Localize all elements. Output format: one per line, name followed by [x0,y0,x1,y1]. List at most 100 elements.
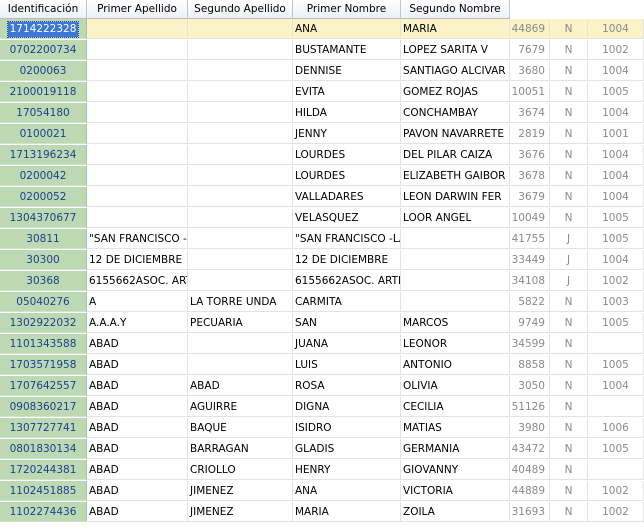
cell-segundo-nombre[interactable]: CECILIA [401,397,510,417]
cell-codigo[interactable]: 1005 [588,229,644,249]
cell-segundo-apellido[interactable]: PECUARIA [188,313,293,333]
cell-numero[interactable]: 5822 [510,292,550,312]
cell-primer-apellido[interactable]: ABAD [87,334,188,354]
cell-primer-nombre[interactable]: GLADIS [293,439,401,459]
cell-codigo[interactable]: 1004 [588,103,644,123]
cell-segundo-nombre[interactable]: ANTONIO [401,355,510,375]
cell-segundo-apellido[interactable] [188,271,293,291]
cell-numero[interactable]: 41755 [510,229,550,249]
cell-tipo[interactable]: N [550,166,588,186]
cell-codigo[interactable]: 1004 [588,376,644,396]
cell-segundo-nombre[interactable]: LOPEZ SARITA V [401,40,510,60]
cell-primer-nombre[interactable]: CARMITA [293,292,401,312]
cell-segundo-apellido[interactable]: AGUIRRE [188,397,293,417]
cell-primer-nombre[interactable]: VELASQUEZ [293,208,401,228]
cell-segundo-nombre[interactable]: ELIZABETH GAIBOR N [401,166,510,186]
cell-tipo[interactable]: N [550,355,588,375]
cell-tipo[interactable]: J [550,250,588,270]
cell-segundo-apellido[interactable] [188,187,293,207]
cell-segundo-nombre[interactable]: OLIVIA [401,376,510,396]
cell-primer-nombre[interactable]: MARIA [293,502,401,522]
cell-primer-apellido[interactable]: ABAD [87,376,188,396]
cell-segundo-apellido[interactable] [188,166,293,186]
cell-identificacion[interactable]: 1102274436 [0,502,87,522]
cell-tipo[interactable]: N [550,460,588,480]
cell-primer-apellido[interactable] [87,19,188,39]
cell-codigo[interactable]: 1004 [588,19,644,39]
table-row[interactable]: 1714222328 ANA MARIA 44869 N 1004 [0,19,644,40]
cell-primer-nombre[interactable]: LOURDES [293,166,401,186]
cell-primer-apellido[interactable]: A [87,292,188,312]
cell-identificacion[interactable]: 30300 [0,250,87,270]
cell-segundo-apellido[interactable] [188,334,293,354]
cell-segundo-apellido[interactable]: JIMENEZ [188,481,293,501]
cell-tipo[interactable]: N [550,61,588,81]
cell-numero[interactable]: 40489 [510,460,550,480]
table-row[interactable]: 0702200734 BUSTAMANTE LOPEZ SARITA V 7679 N 1… [0,40,644,61]
cell-identificacion[interactable]: 1101343588 [0,334,87,354]
cell-tipo[interactable]: N [550,208,588,228]
cell-primer-nombre[interactable]: VALLADARES [293,187,401,207]
cell-segundo-nombre[interactable]: ZOILA [401,502,510,522]
table-row[interactable]: 05040276 A LA TORRE UNDA CARMITA 5822 N 1003 [0,292,644,313]
cell-primer-apellido[interactable] [87,145,188,165]
cell-segundo-nombre[interactable]: MARCOS [401,313,510,333]
cell-segundo-apellido[interactable] [188,229,293,249]
cell-identificacion[interactable]: 1307727741 [0,418,87,438]
cell-primer-apellido[interactable]: ABAD [87,355,188,375]
cell-segundo-nombre[interactable] [401,271,510,291]
cell-tipo[interactable]: N [550,397,588,417]
cell-codigo[interactable]: 1002 [588,502,644,522]
table-row[interactable]: 1703571958 ABAD LUIS ANTONIO 8858 N 1005 [0,355,644,376]
cell-tipo[interactable]: N [550,292,588,312]
cell-primer-nombre[interactable]: SAN [293,313,401,333]
table-row[interactable]: 30811 "SAN FRANCISCO -L "SAN FRANCISCO -LA… [0,229,644,250]
table-row[interactable]: 1102274436 ABAD JIMENEZ MARIA ZOILA 31693 N 100… [0,502,644,523]
cell-primer-nombre[interactable]: "SAN FRANCISCO -LA [293,229,401,249]
cell-numero[interactable]: 10051 [510,82,550,102]
table-row[interactable]: 1707642557 ABAD ABAD ROSA OLIVIA 3050 N 1004 [0,376,644,397]
cell-segundo-nombre[interactable]: VICTORIA [401,481,510,501]
table-row[interactable]: 0200063 DENNISE SANTIAGO ALCIVAR C 3680 N 100… [0,61,644,82]
cell-codigo[interactable]: 1004 [588,187,644,207]
cell-primer-nombre[interactable]: BUSTAMANTE [293,40,401,60]
cell-primer-apellido[interactable]: ABAD [87,397,188,417]
cell-primer-nombre[interactable]: ISIDRO [293,418,401,438]
table-row[interactable]: 1307727741 ABAD BAQUE ISIDRO MATIAS 3980 N 1006 [0,418,644,439]
cell-identificacion[interactable]: 0801830134 [0,439,87,459]
cell-segundo-nombre[interactable] [401,250,510,270]
cell-tipo[interactable]: N [550,103,588,123]
cell-segundo-apellido[interactable]: ABAD [188,376,293,396]
cell-numero[interactable]: 10049 [510,208,550,228]
cell-primer-apellido[interactable]: ABAD [87,418,188,438]
cell-segundo-apellido[interactable] [188,355,293,375]
header-primer-apellido[interactable]: Primer Apellido [87,0,188,19]
cell-segundo-nombre[interactable]: LEON DARWIN FER [401,187,510,207]
cell-primer-apellido[interactable] [87,61,188,81]
table-row[interactable]: 2100019118 EVITA GOMEZ ROJAS 10051 N 1005 [0,82,644,103]
cell-identificacion[interactable]: 1713196234 [0,145,87,165]
cell-primer-apellido[interactable]: ABAD [87,481,188,501]
cell-numero[interactable]: 44869 [510,19,550,39]
cell-segundo-apellido[interactable] [188,19,293,39]
cell-numero[interactable]: 8858 [510,355,550,375]
cell-primer-nombre[interactable]: JUANA [293,334,401,354]
cell-tipo[interactable]: N [550,124,588,144]
cell-segundo-nombre[interactable] [401,292,510,312]
cell-numero[interactable]: 7679 [510,40,550,60]
table-row[interactable]: 0200052 VALLADARES LEON DARWIN FER 3679 N 100… [0,187,644,208]
cell-segundo-apellido[interactable]: BAQUE [188,418,293,438]
cell-tipo[interactable]: N [550,313,588,333]
cell-primer-nombre[interactable]: DIGNA [293,397,401,417]
cell-numero[interactable]: 31693 [510,502,550,522]
cell-tipo[interactable]: N [550,82,588,102]
header-segundo-apellido[interactable]: Segundo Apellido [188,0,293,19]
cell-identificacion[interactable]: 05040276 [0,292,87,312]
cell-identificacion[interactable]: 1714222328 [0,19,87,39]
cell-segundo-nombre[interactable]: GERMANIA [401,439,510,459]
table-row[interactable]: 0801830134 ABAD BARRAGAN GLADIS GERMANIA 4347… [0,439,644,460]
cell-identificacion[interactable]: 0908360217 [0,397,87,417]
cell-segundo-apellido[interactable] [188,145,293,165]
cell-numero[interactable]: 44889 [510,481,550,501]
cell-primer-nombre[interactable]: 12 DE DICIEMBRE [293,250,401,270]
